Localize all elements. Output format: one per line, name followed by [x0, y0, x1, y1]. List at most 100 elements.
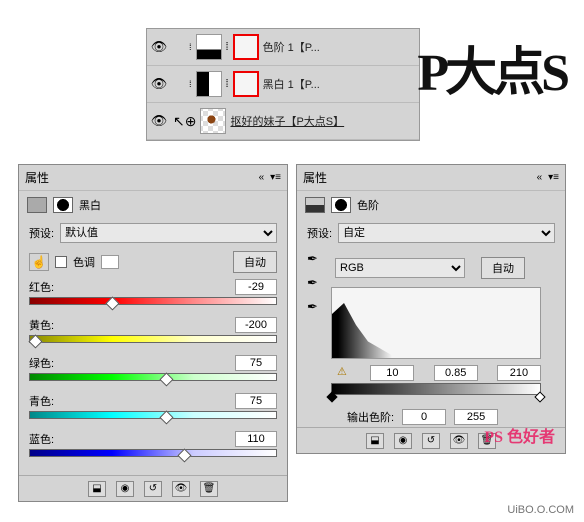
tint-checkbox[interactable] [55, 256, 67, 268]
delete-icon[interactable]: 🗑 [478, 433, 496, 449]
auto-button[interactable]: 自动 [481, 257, 525, 279]
warning-icon: ⚠ [337, 365, 351, 381]
panel-adjustment-title: 色阶 [357, 197, 379, 213]
output-black-handle[interactable] [326, 391, 337, 402]
slider-label: 绿色: [29, 355, 54, 371]
layer-row-levels[interactable]: 👁 ⁞ ⁞ 色阶 1【P... [147, 29, 419, 66]
layer-thumb-image[interactable] [200, 108, 226, 134]
toggle-visibility-icon[interactable]: 👁 [172, 481, 190, 497]
clip-to-layer-icon[interactable]: ⬓ [366, 433, 384, 449]
panel-header: 属性 « ▾≡ [297, 165, 565, 191]
layer-row-bw[interactable]: 👁 ⁞ ⁞ 黑白 1【P... [147, 66, 419, 103]
output-black[interactable] [402, 409, 446, 425]
preset-select[interactable]: 自定 [338, 223, 555, 243]
slider-value[interactable]: 110 [235, 431, 277, 447]
properties-panel-bw: 属性 « ▾≡ 黑白 预设: 默认值 ☝ 色调 自动 红色: -29 黄色:-20… [18, 164, 288, 502]
slider-cyan: 青色: 75 [19, 391, 287, 429]
preset-row: 预设: 自定 [297, 219, 565, 247]
input-white[interactable] [497, 365, 541, 381]
slider-value[interactable]: -200 [235, 317, 277, 333]
link-icon: ⁞ [189, 42, 192, 52]
layer-name[interactable]: 抠好的妹子【P大点S】 [230, 113, 344, 129]
eyedropper-column: ✒ ✒ ✒ [307, 251, 323, 315]
layers-panel: 👁 ⁞ ⁞ 色阶 1【P... 👁 ⁞ ⁞ 黑白 1【P... 👁 ↖⊕ 抠好的… [146, 28, 420, 141]
tint-swatch[interactable] [101, 255, 119, 269]
output-gradient[interactable] [331, 383, 541, 395]
slider-value[interactable]: 75 [235, 393, 277, 409]
panel-collapse-icon[interactable]: « [259, 172, 265, 183]
view-previous-icon[interactable]: ◉ [116, 481, 134, 497]
slider-track[interactable] [29, 373, 277, 385]
mask-link-icon: ⁞ [226, 41, 229, 53]
panel-collapse-icon[interactable]: « [537, 172, 543, 183]
output-label: 输出色阶: [347, 409, 394, 425]
slider-track[interactable] [29, 335, 277, 347]
adjustment-thumb-levels[interactable] [196, 34, 222, 60]
cursor-move-icon: ↖⊕ [173, 113, 196, 130]
mask-link-icon: ⁞ [226, 78, 229, 90]
black-point-eyedropper-icon[interactable]: ✒ [307, 251, 323, 267]
clip-to-layer-icon[interactable]: ⬓ [88, 481, 106, 497]
properties-panel-levels: 属性 « ▾≡ 色阶 预设: 自定 RGB 自动 ✒ ✒ ✒ ⚠ [296, 164, 566, 454]
slider-value[interactable]: 75 [235, 355, 277, 371]
input-gamma[interactable] [434, 365, 478, 381]
white-point-eyedropper-icon[interactable]: ✒ [307, 299, 323, 315]
panel-menu-icon[interactable]: ▾≡ [270, 172, 281, 183]
panel-footer: ⬓ ◉ ↺ 👁 🗑 [297, 427, 565, 453]
mask-icon[interactable] [331, 197, 351, 213]
brand-logo: P大点S [417, 30, 566, 105]
output-white[interactable] [454, 409, 498, 425]
slider-blue: 蓝色: 110 [19, 429, 287, 467]
panel-adjustment-title: 黑白 [79, 197, 101, 213]
channel-row: RGB 自动 [335, 257, 555, 279]
view-previous-icon[interactable]: ◉ [394, 433, 412, 449]
gray-point-eyedropper-icon[interactable]: ✒ [307, 275, 323, 291]
slider-track[interactable] [29, 297, 277, 309]
slider-label: 红色: [29, 279, 54, 295]
preset-label: 预设: [307, 225, 332, 241]
slider-track[interactable] [29, 449, 277, 461]
layer-row-image[interactable]: 👁 ↖⊕ 抠好的妹子【P大点S】 [147, 103, 419, 140]
panel-title-row: 色阶 [297, 191, 565, 219]
panel-header-title: 属性 [25, 169, 49, 186]
link-icon: ⁞ [189, 79, 192, 89]
auto-button[interactable]: 自动 [233, 251, 277, 273]
levels-adjustment-icon [305, 197, 325, 213]
preset-label: 预设: [29, 225, 54, 241]
slider-label: 蓝色: [29, 431, 54, 447]
bw-adjustment-icon [27, 197, 47, 213]
slider-yellow: 黄色:-200 [19, 315, 287, 353]
visibility-eye-icon[interactable]: 👁 [151, 39, 167, 55]
mask-icon[interactable] [53, 197, 73, 213]
reset-icon[interactable]: ↺ [144, 481, 162, 497]
input-levels-row: ⚠ [331, 365, 541, 381]
preset-row: 预设: 默认值 [19, 219, 287, 247]
layer-mask-thumb[interactable] [233, 34, 259, 60]
visibility-eye-icon[interactable]: 👁 [151, 113, 167, 129]
histogram[interactable] [331, 287, 541, 359]
slider-red: 红色: -29 [19, 277, 287, 315]
output-levels-row: 输出色阶: [347, 409, 555, 425]
slider-label: 青色: [29, 393, 54, 409]
visibility-eye-icon[interactable]: 👁 [151, 76, 167, 92]
reset-icon[interactable]: ↺ [422, 433, 440, 449]
delete-icon[interactable]: 🗑 [200, 481, 218, 497]
adjustment-thumb-bw[interactable] [196, 71, 222, 97]
panel-title-row: 黑白 [19, 191, 287, 219]
preset-select[interactable]: 默认值 [60, 223, 277, 243]
channel-select[interactable]: RGB [335, 258, 465, 278]
layer-mask-thumb[interactable] [233, 71, 259, 97]
targeted-adjust-icon[interactable]: ☝ [29, 253, 49, 271]
panel-header: 属性 « ▾≡ [19, 165, 287, 191]
input-black[interactable] [370, 365, 414, 381]
slider-track[interactable] [29, 411, 277, 423]
panel-header-title: 属性 [303, 169, 327, 186]
slider-value[interactable]: -29 [235, 279, 277, 295]
toggle-visibility-icon[interactable]: 👁 [450, 433, 468, 449]
layer-name[interactable]: 黑白 1【P... [263, 76, 320, 92]
layer-name[interactable]: 色阶 1【P... [263, 39, 320, 55]
output-white-handle[interactable] [534, 391, 545, 402]
tint-label: 色调 [73, 254, 95, 270]
panel-menu-icon[interactable]: ▾≡ [548, 172, 559, 183]
watermark-url: UiBO.O.COM [507, 504, 574, 516]
